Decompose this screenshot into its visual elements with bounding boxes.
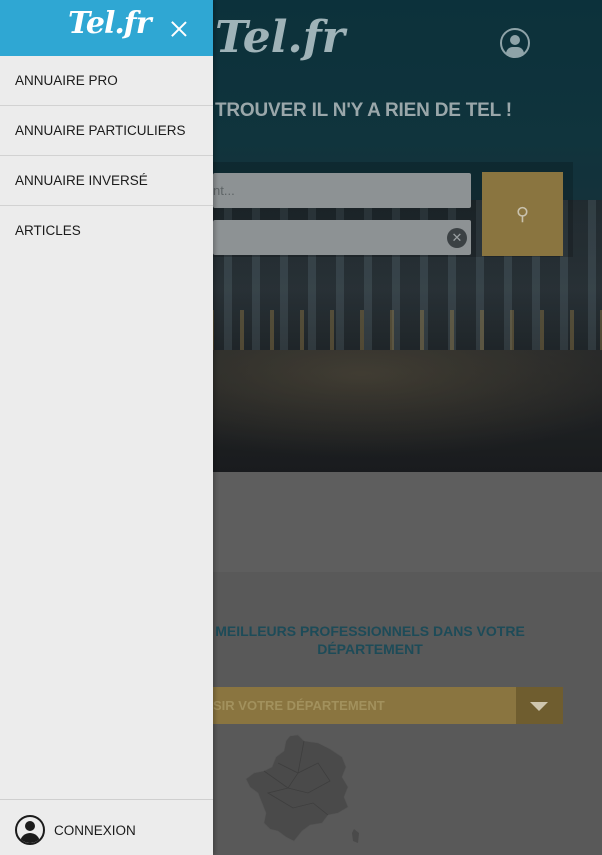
drawer-menu: ANNUAIRE PRO ANNUAIRE PARTICULIERS ANNUA…: [0, 56, 213, 256]
france-map-image[interactable]: [238, 733, 363, 848]
close-icon[interactable]: [168, 18, 190, 40]
clear-icon[interactable]: ✕: [447, 228, 467, 248]
menu-item-annuaire-pro[interactable]: ANNUAIRE PRO: [0, 56, 213, 106]
department-select[interactable]: SIR VOTRE DÉPARTEMENT: [205, 687, 563, 724]
department-select-label: SIR VOTRE DÉPARTEMENT: [213, 698, 385, 713]
hero-tagline: TROUVER IL N'Y A RIEN DE TEL !: [215, 100, 512, 121]
search-what-input[interactable]: nt...: [213, 173, 471, 208]
connexion-label: CONNEXION: [54, 823, 136, 838]
drawer-logo[interactable]: Tel.fr: [68, 6, 152, 41]
user-icon: [15, 815, 45, 845]
drawer-header: Tel.fr: [0, 0, 213, 56]
search-placeholder: nt...: [213, 183, 235, 198]
menu-item-annuaire-inverse[interactable]: ANNUAIRE INVERSÉ: [0, 156, 213, 206]
connexion-button[interactable]: CONNEXION: [0, 799, 213, 855]
search-icon: ⚲: [515, 204, 530, 224]
chevron-down-icon[interactable]: [516, 687, 563, 724]
user-icon[interactable]: [500, 28, 530, 58]
search-button[interactable]: ⚲: [482, 172, 563, 256]
menu-item-annuaire-particuliers[interactable]: ANNUAIRE PARTICULIERS: [0, 106, 213, 156]
search-where-input[interactable]: [213, 220, 471, 255]
menu-item-articles[interactable]: ARTICLES: [0, 206, 213, 256]
site-logo[interactable]: Tel.fr: [215, 12, 345, 63]
side-drawer: Tel.fr ANNUAIRE PRO ANNUAIRE PARTICULIER…: [0, 0, 213, 855]
promo-heading: MEILLEURS PROFESSIONNELS DANS VOTRE DÉPA…: [215, 623, 525, 657]
